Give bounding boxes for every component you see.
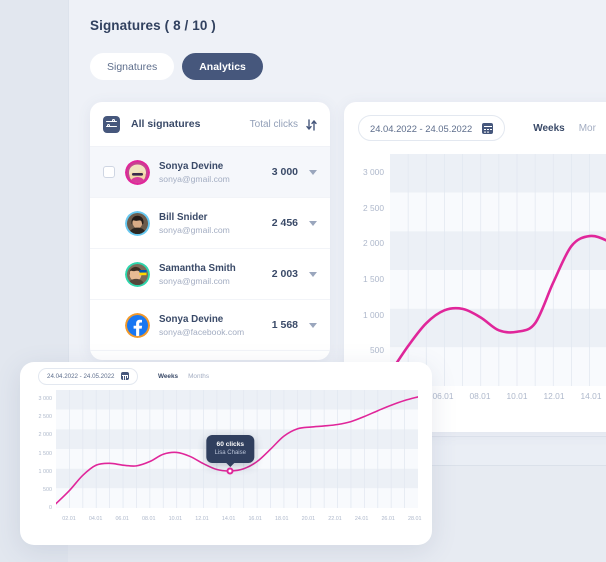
signature-row[interactable]: Bill Snider sonya@gmail.com 2 456 xyxy=(90,198,330,249)
y-axis-tick: 0 xyxy=(49,505,52,511)
floating-granularity-months[interactable]: Months xyxy=(188,373,209,380)
signature-email: sonya@gmail.com xyxy=(159,173,230,184)
floating-chart-toolbar: 24.04.2022 - 24.05.2022 Weeks Months xyxy=(20,362,432,390)
chevron-down-icon[interactable] xyxy=(309,322,317,328)
floating-date-range-text: 24.04.2022 - 24.05.2022 xyxy=(47,372,115,380)
x-axis-tick: 24.01 xyxy=(354,516,369,522)
chart-svg xyxy=(390,154,606,386)
floating-date-range-picker[interactable]: 24.04.2022 - 24.05.2022 xyxy=(38,367,138,385)
x-axis-tick: 26.01 xyxy=(381,516,395,522)
x-axis-tick: 08.01 xyxy=(469,391,491,401)
avatar xyxy=(125,210,150,236)
y-axis-tick: 3 000 xyxy=(38,396,53,403)
chart-highlight-dot[interactable] xyxy=(226,467,234,475)
x-axis-tick: 06.01 xyxy=(432,391,454,401)
x-axis-tick: 20.01 xyxy=(301,516,316,522)
floating-chart-card: 24.04.2022 - 24.05.2022 Weeks Months 3 0… xyxy=(20,362,432,545)
floating-granularity-weeks[interactable]: Weeks xyxy=(158,373,178,380)
x-axis-tick: 14.01 xyxy=(580,391,602,401)
signature-email: sonya@gmail.com xyxy=(159,275,230,286)
main-plot[interactable] xyxy=(390,154,606,386)
x-axis-tick: 10.01 xyxy=(168,516,183,522)
granularity-tabs: Weeks Mor xyxy=(533,123,596,134)
x-axis-tick: 22.01 xyxy=(328,516,342,522)
calendar-icon xyxy=(482,122,494,134)
signatures-card-header: All signatures Total clicks xyxy=(90,102,330,147)
x-axis-tick: 16.01 xyxy=(248,516,262,522)
signature-name: Sonya Devine xyxy=(159,160,224,172)
y-axis-tick: 2 500 xyxy=(363,202,384,213)
signatures-list: Sonya Devine sonya@gmail.com 3 000 Bill Sni… xyxy=(90,147,330,351)
avatar xyxy=(125,261,150,287)
y-axis-tick: 2 000 xyxy=(363,238,384,249)
y-axis-tick: 1 500 xyxy=(363,273,384,284)
signature-email: sonya@facebook.com xyxy=(159,326,245,337)
y-axis-tick: 2 000 xyxy=(38,432,53,439)
y-axis-tick: 1 000 xyxy=(38,468,53,475)
floating-plot-area: 3 000 2 500 2 000 1 500 1 000 500 0 02.01 04.01… xyxy=(20,390,432,540)
row-checkbox[interactable] xyxy=(103,166,115,178)
row-checkbox xyxy=(103,319,115,331)
signature-row[interactable]: Samantha Smith sonya@gmail.com 2 003 xyxy=(90,249,330,300)
sort-arrows-icon[interactable] xyxy=(306,118,317,131)
signature-name: Samantha Smith xyxy=(159,262,236,274)
granularity-weeks[interactable]: Weeks xyxy=(533,123,565,134)
signature-row[interactable]: Sonya Devine sonya@gmail.com 3 000 xyxy=(90,147,330,198)
x-axis-tick: 08.01 xyxy=(142,516,156,522)
x-axis-tick: 12.01 xyxy=(543,391,565,401)
chart-tooltip: 60 clicks Lisa Chaise xyxy=(206,434,254,467)
x-axis-tick: 14.01 xyxy=(221,516,236,522)
total-clicks-label[interactable]: Total clicks xyxy=(250,119,298,130)
date-range-text: 24.04.2022 - 24.05.2022 xyxy=(370,122,473,134)
y-axis-tick: 500 xyxy=(43,486,52,493)
signature-clicks: 3 000 xyxy=(271,166,298,178)
floating-y-axis: 3 000 2 500 2 000 1 500 1 000 500 0 xyxy=(20,390,56,511)
y-axis-tick: 1 500 xyxy=(38,450,53,457)
signature-email: sonya@gmail.com xyxy=(159,224,230,235)
y-axis-tick: 2 500 xyxy=(38,414,53,421)
tab-signatures[interactable]: Signatures xyxy=(90,53,175,80)
avatar xyxy=(125,159,150,185)
row-checkbox xyxy=(103,268,115,280)
signature-name: Bill Snider xyxy=(159,211,208,223)
y-axis-tick: 1 000 xyxy=(363,309,384,320)
app-root: Signatures ( 8 / 10 ) Signatures Analyti… xyxy=(0,0,606,562)
date-range-picker[interactable]: 24.04.2022 - 24.05.2022 xyxy=(358,115,506,141)
granularity-months[interactable]: Mor xyxy=(579,123,596,134)
signature-clicks: 2 456 xyxy=(271,217,298,229)
tab-analytics[interactable]: Analytics xyxy=(182,53,263,80)
signature-clicks: 2 003 xyxy=(271,268,298,280)
y-axis-tick: 3 000 xyxy=(363,166,384,177)
main-y-axis: 3 000 2 500 2 000 1 500 1 000 500 xyxy=(344,154,390,386)
x-axis-tick: 18.01 xyxy=(275,516,289,522)
floating-x-axis: 02.01 04.01 06.01 08.01 10.01 12.01 14.01 16.01… xyxy=(56,508,421,528)
signature-row[interactable]: Sonya Devine sonya@facebook.com 1 568 xyxy=(90,300,330,351)
tooltip-person: Lisa Chaise xyxy=(214,449,246,456)
tooltip-value: 60 clicks xyxy=(216,440,245,448)
x-axis-tick: 04.01 xyxy=(88,516,103,522)
signature-clicks: 1 568 xyxy=(271,319,298,331)
page-title: Signatures ( 8 / 10 ) xyxy=(90,18,216,33)
x-axis-tick: 06.01 xyxy=(115,516,129,522)
x-axis-tick: 28.01 xyxy=(408,516,422,522)
row-checkbox xyxy=(103,217,115,229)
y-axis-tick: 500 xyxy=(370,345,384,356)
sliders-icon[interactable] xyxy=(103,115,120,133)
floating-calendar-icon xyxy=(121,372,129,380)
signature-name: Sonya Devine xyxy=(159,313,224,325)
x-axis-tick: 10.01 xyxy=(506,391,528,401)
chevron-down-icon[interactable] xyxy=(309,169,317,175)
x-axis-tick: 12.01 xyxy=(195,516,209,522)
avatar xyxy=(125,312,150,338)
chevron-down-icon[interactable] xyxy=(309,271,317,277)
view-tabs: Signatures Analytics xyxy=(90,53,263,80)
signatures-card: All signatures Total clicks Sonya Devine… xyxy=(90,102,330,360)
chevron-down-icon[interactable] xyxy=(309,220,317,226)
x-axis-tick: 02.01 xyxy=(62,516,76,522)
floating-granularity-tabs: Weeks Months xyxy=(158,373,209,380)
all-signatures-label: All signatures xyxy=(131,118,201,130)
chart-toolbar: 24.04.2022 - 24.05.2022 Weeks Mor xyxy=(344,102,606,154)
